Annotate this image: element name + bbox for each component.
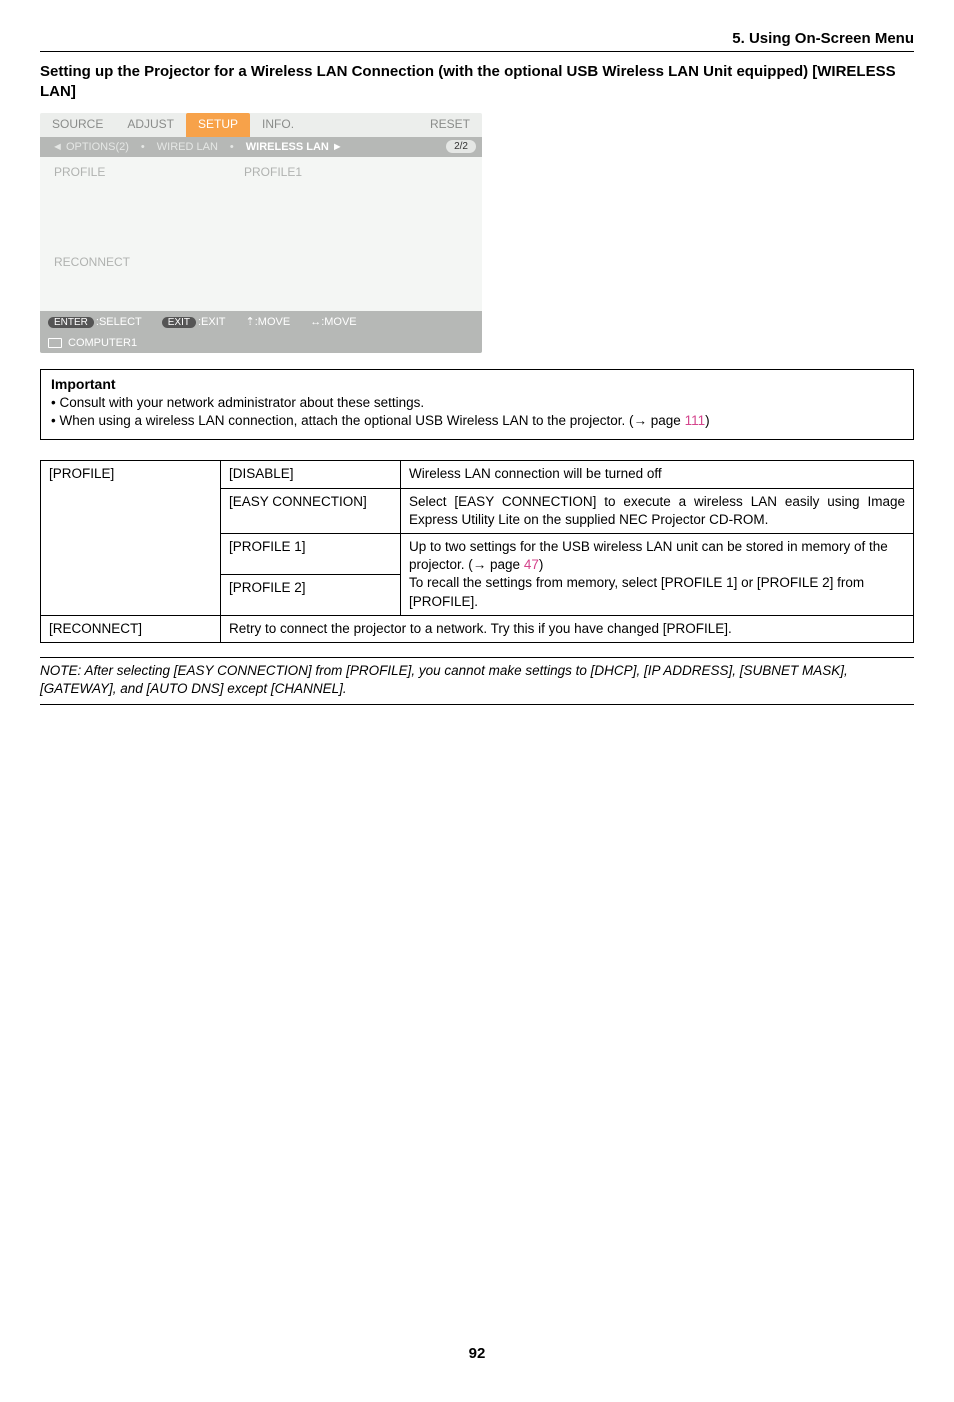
osd-profile-value: PROFILE1 — [244, 165, 302, 179]
osd-bottom: COMPUTER1 — [40, 333, 482, 353]
important-item-2a: When using a wireless LAN connection, at… — [59, 413, 684, 428]
osd-footer-enter: ENTER:SELECT — [48, 316, 142, 328]
osd-footer-move-vert: ⇡:MOVE — [246, 315, 291, 328]
osd-subtabs: ◄ OPTIONS(2) • WIRED LAN • WIRELESS LAN … — [40, 137, 482, 157]
subtab-sep2: • — [224, 141, 240, 153]
subtab-wired: WIRED LAN — [151, 141, 224, 153]
osd-reconnect-label: RECONNECT — [54, 255, 130, 269]
osd-screenshot: SOURCE ADJUST SETUP INFO. RESET ◄ OPTION… — [40, 113, 482, 353]
subtab-pagecount: 2/2 — [446, 140, 476, 153]
osd-row-profile: PROFILE PROFILE1 — [54, 165, 468, 179]
cell-disable: [DISABLE] — [221, 461, 401, 488]
tab-adjust: ADJUST — [115, 113, 186, 137]
osd-enter-text: :SELECT — [96, 316, 142, 328]
subtab-wireless: WIRELESS LAN ► — [240, 141, 349, 153]
cell-profile: [PROFILE] — [41, 461, 221, 616]
osd-footer-exit: EXIT:EXIT — [162, 316, 226, 328]
important-item-1: Consult with your network administrator … — [51, 394, 903, 413]
important-item-2b: ) — [705, 413, 710, 428]
settings-table: [PROFILE] [DISABLE] Wireless LAN connect… — [40, 460, 914, 643]
osd-profile-label: PROFILE — [54, 165, 244, 179]
important-box: Important Consult with your network admi… — [40, 369, 914, 441]
monitor-icon — [48, 338, 62, 348]
subsection-title: Setting up the Projector for a Wireless … — [40, 62, 914, 103]
cell-easyconn-desc: Select [EASY CONNECTION] to execute a wi… — [401, 488, 914, 533]
cell-profile1: [PROFILE 1] — [221, 533, 401, 574]
subtab-options2: ◄ OPTIONS(2) — [46, 141, 135, 153]
section-header: 5. Using On-Screen Menu — [40, 30, 914, 52]
cell-easyconn: [EASY CONNECTION] — [221, 488, 401, 533]
table-row: [RECONNECT] Retry to connect the project… — [41, 615, 914, 642]
tab-info: INFO. — [250, 113, 306, 137]
tab-reset: RESET — [418, 113, 482, 137]
osd-footer: ENTER:SELECT EXIT:EXIT ⇡:MOVE ↔:MOVE — [40, 311, 482, 333]
osd-tabs: SOURCE ADJUST SETUP INFO. RESET — [40, 113, 482, 137]
link-page-47[interactable]: 47 — [524, 557, 539, 572]
osd-row-reconnect: RECONNECT — [54, 255, 468, 269]
important-item-2: When using a wireless LAN connection, at… — [51, 412, 903, 431]
exit-pill-icon: EXIT — [162, 317, 196, 328]
cell-profile2: [PROFILE 2] — [221, 574, 401, 615]
cell-profile-desc-a: Up to two settings for the USB wireless … — [409, 539, 888, 572]
osd-exit-text: :EXIT — [198, 316, 226, 328]
cell-reconnect-desc: Retry to connect the projector to a netw… — [221, 615, 914, 642]
subtab-sep1: • — [135, 141, 151, 153]
enter-pill-icon: ENTER — [48, 317, 94, 328]
note-text: NOTE: After selecting [EASY CONNECTION] … — [40, 657, 914, 705]
important-link-111[interactable]: 111 — [685, 413, 706, 428]
osd-footer-move-horiz: ↔:MOVE — [310, 316, 356, 328]
table-row: [PROFILE] [DISABLE] Wireless LAN connect… — [41, 461, 914, 488]
osd-bottom-label: COMPUTER1 — [68, 337, 137, 349]
cell-reconnect: [RECONNECT] — [41, 615, 221, 642]
cell-disable-desc: Wireless LAN connection will be turned o… — [401, 461, 914, 488]
osd-body: PROFILE PROFILE1 RECONNECT — [40, 157, 482, 311]
cell-profile-desc: Up to two settings for the USB wireless … — [401, 533, 914, 615]
tab-setup: SETUP — [186, 113, 250, 137]
tab-source: SOURCE — [40, 113, 115, 137]
important-title: Important — [51, 376, 903, 392]
page-number: 92 — [40, 1345, 914, 1362]
